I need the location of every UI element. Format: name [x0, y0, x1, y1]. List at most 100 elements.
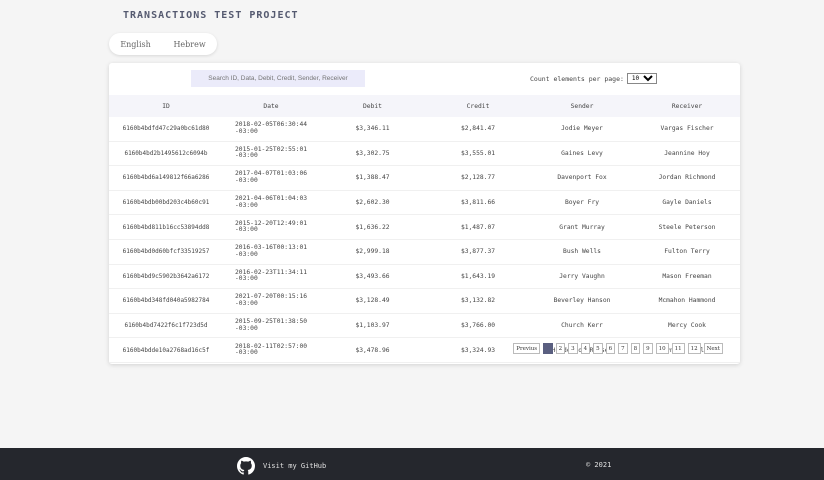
page-button-6[interactable]: 6: [605, 343, 616, 354]
copyright: © 2021: [586, 461, 612, 469]
cell-credit: $1,643.19: [426, 264, 530, 290]
table-row[interactable]: 6160b4bd348fd040a5982784 2021-07-20T00:1…: [109, 288, 740, 314]
header-debit[interactable]: Debit: [319, 95, 426, 117]
cell-credit: $3,811.66: [426, 190, 530, 216]
cell-debit: $1,103.97: [319, 313, 426, 339]
table-row[interactable]: 6160b4bd6a149812f66a6286 2017-04-07T01:0…: [109, 165, 740, 191]
cell-id: 6160b4bd9c5902b3642a6172: [109, 264, 223, 290]
header-id[interactable]: ID: [109, 95, 223, 117]
pagination: Previus 1 2 3 4 5 6 7 8 9 10 11 12 Next: [513, 343, 723, 354]
cell-id: 6160b4bd7422f6c1f723d5d: [109, 313, 223, 339]
next-page-button[interactable]: Next: [703, 343, 723, 354]
cell-id: 6160b4bd348fd040a5982784: [109, 288, 223, 314]
cell-debit: $1,636.22: [319, 214, 426, 240]
cell-receiver: Mcmahon Hammond: [634, 288, 740, 314]
page-button-4[interactable]: 4: [580, 343, 591, 354]
cell-date: 2021-04-06T01:04:03 -03:00: [223, 190, 319, 216]
cell-sender: Jodie Meyer: [530, 117, 634, 142]
cell-debit: $3,493.66: [319, 264, 426, 290]
count-per-page: Count elements per page: 10: [530, 73, 657, 84]
table-header-row: ID Date Debit Credit Sender Receiver: [109, 95, 740, 117]
cell-receiver: Fulton Terry: [634, 239, 740, 265]
cell-sender: Jerry Vaughn: [530, 264, 634, 290]
language-switcher: English Hebrew: [109, 33, 217, 55]
page-button-12[interactable]: 12: [687, 343, 701, 354]
cell-debit: $3,128.49: [319, 288, 426, 314]
cell-id: 6160b4bdb00bd203c4b60c91: [109, 190, 223, 216]
cell-date: 2016-02-23T11:34:11 -03:00: [223, 264, 319, 290]
cell-date: 2021-07-20T00:15:16 -03:00: [223, 288, 319, 314]
header-credit[interactable]: Credit: [426, 95, 530, 117]
cell-sender: Boyer Fry: [530, 190, 634, 216]
transactions-table: ID Date Debit Credit Sender Receiver 616…: [109, 95, 740, 363]
table-row[interactable]: 6160b4bdfd47c29a0bc61d80 2018-02-05T06:3…: [109, 117, 740, 142]
table-row[interactable]: 6160b4bd7422f6c1f723d5d 2015-09-25T01:38…: [109, 313, 740, 339]
cell-debit: $3,346.11: [319, 117, 426, 142]
cell-debit: $2,602.30: [319, 190, 426, 216]
cell-receiver: Vargas Fischer: [634, 117, 740, 142]
cell-id: 6160b4bdde10a2768ad16c5f: [109, 337, 223, 363]
cell-receiver: Gayle Daniels: [634, 190, 740, 216]
previous-page-button[interactable]: Previus: [513, 343, 541, 354]
cell-sender: Grant Murray: [530, 214, 634, 240]
header-date[interactable]: Date: [223, 95, 319, 117]
cell-date: 2015-09-25T01:38:50 -03:00: [223, 313, 319, 339]
cell-debit: $1,388.47: [319, 165, 426, 191]
github-label: Visit my GitHub: [263, 462, 327, 470]
cell-id: 6160b4bdfd47c29a0bc61d80: [109, 117, 223, 142]
language-hebrew-button[interactable]: Hebrew: [169, 40, 209, 49]
cell-date: 2016-03-16T00:13:01 -03:00: [223, 239, 319, 265]
search-input[interactable]: [191, 70, 365, 87]
cell-credit: $3,555.01: [426, 141, 530, 167]
page-button-5[interactable]: 5: [593, 343, 603, 354]
cell-id: 6160b4bd0d60bfcf33519257: [109, 239, 223, 265]
cell-credit: $3,766.00: [426, 313, 530, 339]
page-button-8[interactable]: 8: [630, 343, 641, 354]
cell-sender: Church Kerr: [530, 313, 634, 339]
cell-credit: $1,487.07: [426, 214, 530, 240]
cell-date: 2018-02-05T06:30:44 -03:00: [223, 117, 319, 142]
cell-credit: $3,877.37: [426, 239, 530, 265]
cell-sender: Gaines Levy: [530, 141, 634, 167]
count-select[interactable]: 10: [626, 73, 657, 84]
cell-date: 2015-12-20T12:49:01 -03:00: [223, 214, 319, 240]
language-english-button[interactable]: English: [116, 40, 155, 49]
table-row[interactable]: 6160b4bd2b1495612c6094b 2015-01-25T02:55…: [109, 141, 740, 167]
cell-credit: $3,132.82: [426, 288, 530, 314]
cell-sender: Bush Wells: [530, 239, 634, 265]
cell-sender: Beverley Hanson: [530, 288, 634, 314]
transactions-card: Count elements per page: 10 ID Date Debi…: [109, 63, 740, 364]
header-receiver[interactable]: Receiver: [634, 95, 740, 117]
cell-date: 2018-02-11T02:57:00 -03:00: [223, 337, 319, 363]
cell-credit: $2,128.77: [426, 165, 530, 191]
page-button-11[interactable]: 11: [671, 343, 685, 354]
count-label: Count elements per page:: [530, 74, 624, 83]
github-icon: [237, 457, 255, 475]
page-button-10[interactable]: 10: [655, 343, 669, 354]
page-button-3[interactable]: 3: [568, 343, 578, 354]
cell-debit: $3,478.96: [319, 337, 426, 363]
cell-credit: $2,841.47: [426, 117, 530, 142]
cell-receiver: Steele Peterson: [634, 214, 740, 240]
cell-id: 6160b4bd811b16cc53894dd8: [109, 214, 223, 240]
table-row[interactable]: 6160b4bd0d60bfcf33519257 2016-03-16T00:1…: [109, 239, 740, 265]
footer: Visit my GitHub © 2021: [0, 448, 824, 480]
table-row[interactable]: 6160b4bd9c5902b3642a6172 2016-02-23T11:3…: [109, 264, 740, 290]
page-button-1[interactable]: 1: [543, 343, 553, 354]
cell-debit: $2,999.18: [319, 239, 426, 265]
page-title: TRANSACTIONS TEST PROJECT: [123, 10, 299, 21]
cell-receiver: Mercy Cook: [634, 313, 740, 339]
cell-sender: Davenport Fox: [530, 165, 634, 191]
header-sender[interactable]: Sender: [530, 95, 634, 117]
table-row[interactable]: 6160b4bd811b16cc53894dd8 2015-12-20T12:4…: [109, 214, 740, 240]
cell-receiver: Jordan Richmond: [634, 165, 740, 191]
table-row[interactable]: 6160b4bdb00bd203c4b60c91 2021-04-06T01:0…: [109, 190, 740, 216]
github-link[interactable]: Visit my GitHub: [237, 457, 326, 475]
cell-date: 2017-04-07T01:03:06 -03:00: [223, 165, 319, 191]
page-button-9[interactable]: 9: [643, 343, 653, 354]
page-button-7[interactable]: 7: [618, 343, 628, 354]
cell-receiver: Mason Freeman: [634, 264, 740, 290]
cell-id: 6160b4bd2b1495612c6094b: [109, 141, 223, 167]
page-button-2[interactable]: 2: [555, 343, 566, 354]
cell-id: 6160b4bd6a149812f66a6286: [109, 165, 223, 191]
